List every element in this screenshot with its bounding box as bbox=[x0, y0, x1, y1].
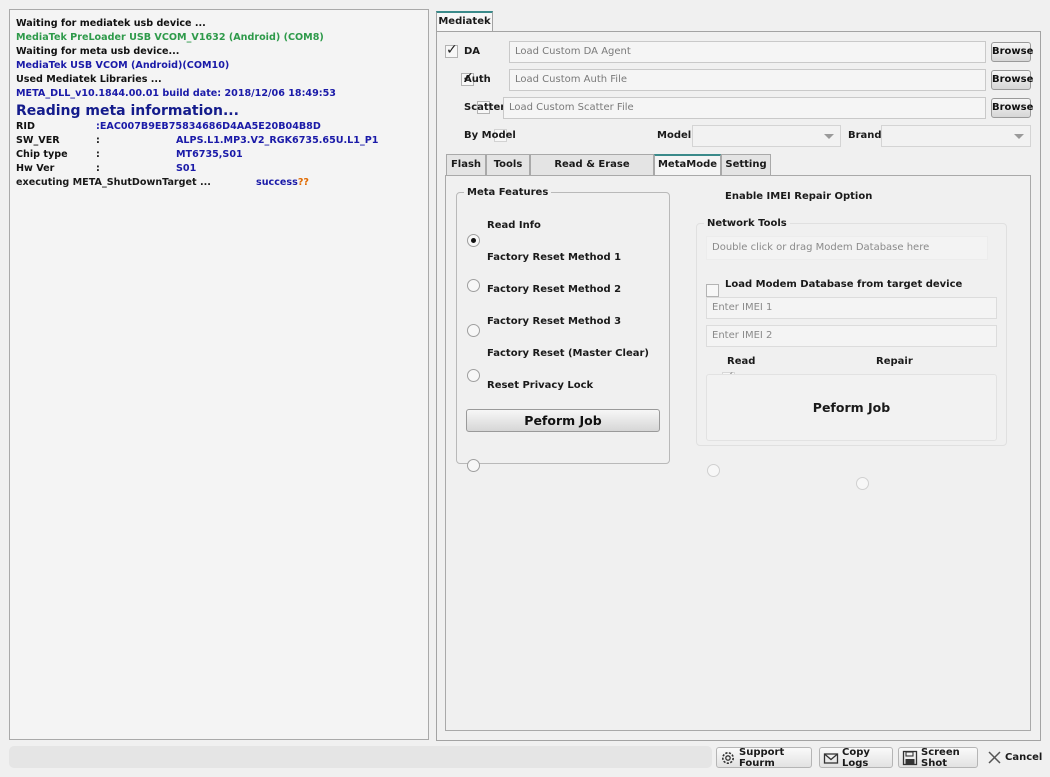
auth-path-input[interactable]: Load Custom Auth File bbox=[509, 69, 986, 91]
log-field-key: RID bbox=[16, 121, 35, 132]
tab-setting[interactable]: Setting bbox=[721, 154, 771, 175]
log-line: META_DLL_v10.1844.00.01 build date: 2018… bbox=[16, 88, 336, 99]
log-field-sep: : bbox=[96, 163, 100, 174]
status-bar bbox=[9, 746, 712, 768]
log-final-status: success bbox=[256, 177, 298, 188]
log-field-chip: Chip type : MT6735,S01 bbox=[16, 148, 422, 162]
reset-privacy-lock-label[interactable]: Reset Privacy Lock bbox=[487, 380, 593, 391]
da-path-input[interactable]: Load Custom DA Agent bbox=[509, 41, 986, 63]
factory-reset-master-label[interactable]: Factory Reset (Master Clear) bbox=[487, 348, 649, 359]
network-tools-title: Network Tools bbox=[704, 218, 790, 229]
support-forum-label: Support Fourm bbox=[739, 746, 785, 769]
envelope-icon bbox=[823, 752, 839, 764]
log-field-rid: RID :EAC007B9EB75834686D4AA5E20B04B8D bbox=[16, 120, 422, 134]
log-line: Waiting for meta usb device... bbox=[16, 46, 180, 57]
log-field-value: ALPS.L1.MP3.V2_RGK6735.65U.L1_P1 bbox=[176, 135, 379, 146]
factory-reset-1-label[interactable]: Factory Reset Method 1 bbox=[487, 252, 621, 263]
log-field-value: S01 bbox=[176, 163, 197, 174]
imei-perform-job-button[interactable]: Peform Job bbox=[706, 374, 997, 441]
imei1-input[interactable]: Enter IMEI 1 bbox=[706, 297, 997, 319]
factory-reset-3-radio[interactable] bbox=[467, 369, 480, 382]
log-field-value: MT6735,S01 bbox=[176, 149, 243, 160]
log-field-key: Chip type bbox=[16, 149, 68, 160]
auth-browse-button[interactable]: Browse bbox=[991, 70, 1033, 90]
cancel-button[interactable]: Cancel bbox=[983, 747, 1043, 768]
enable-imei-label: Enable IMEI Repair Option bbox=[725, 191, 873, 202]
log-field-key: Hw Ver bbox=[16, 163, 55, 174]
da-label: DA bbox=[464, 46, 481, 57]
gear-icon bbox=[722, 751, 734, 764]
meta-perform-job-button[interactable]: Peform Job bbox=[466, 409, 660, 432]
factory-reset-2-radio[interactable] bbox=[467, 324, 480, 337]
imei2-input[interactable]: Enter IMEI 2 bbox=[706, 325, 997, 347]
da-checkbox[interactable] bbox=[445, 42, 458, 58]
reset-privacy-lock-radio[interactable] bbox=[467, 459, 480, 472]
scatter-label: Scatter bbox=[464, 102, 506, 113]
chevron-down-icon bbox=[824, 134, 834, 139]
log-heading: Reading meta information... bbox=[16, 103, 239, 119]
imei-repair-radio[interactable] bbox=[856, 477, 869, 490]
meta-features-title: Meta Features bbox=[464, 187, 552, 198]
log-final-suffix: ?? bbox=[297, 177, 309, 188]
scatter-browse-button[interactable]: Browse bbox=[991, 98, 1033, 118]
model-label: Model bbox=[657, 130, 692, 141]
brand-label: Brand bbox=[848, 130, 882, 141]
log-field-sep: : bbox=[96, 135, 100, 146]
close-icon bbox=[988, 751, 1001, 764]
scatter-path-input[interactable]: Load Custom Scatter File bbox=[503, 97, 986, 119]
screen-shot-label: Screen Shot bbox=[921, 746, 960, 769]
log-field-key: SW_VER bbox=[16, 135, 60, 146]
tab-tools[interactable]: Tools bbox=[486, 154, 530, 175]
imei-read-radio[interactable] bbox=[707, 464, 720, 477]
imei-read-label[interactable]: Read bbox=[727, 356, 755, 367]
log-final-label: executing META_ShutDownTarget ... bbox=[16, 177, 211, 188]
factory-reset-3-label[interactable]: Factory Reset Method 3 bbox=[487, 316, 621, 327]
log-line: Waiting for mediatek usb device ... bbox=[16, 18, 206, 29]
log-panel[interactable]: Waiting for mediatek usb device ... Medi… bbox=[9, 9, 429, 740]
log-field-hw: Hw Ver : S01 bbox=[16, 162, 422, 176]
copy-logs-button[interactable]: Copy Logs bbox=[819, 746, 893, 769]
model-select[interactable] bbox=[692, 125, 841, 147]
tab-mediatek[interactable]: Mediatek bbox=[436, 11, 493, 32]
tab-metamode[interactable]: MetaMode bbox=[654, 154, 721, 175]
imei-repair-label[interactable]: Repair bbox=[876, 356, 913, 367]
by-model-label: By Model bbox=[464, 130, 516, 141]
load-modem-label: Load Modem Database from target device bbox=[725, 279, 963, 290]
copy-logs-label: Copy Logs bbox=[842, 746, 870, 769]
brand-select[interactable] bbox=[881, 125, 1031, 147]
da-browse-button[interactable]: Browse bbox=[991, 42, 1033, 62]
chevron-down-icon bbox=[1014, 134, 1024, 139]
screen-shot-button[interactable]: Screen Shot bbox=[898, 746, 978, 769]
log-line: MediaTek PreLoader USB VCOM_V1632 (Andro… bbox=[16, 32, 324, 43]
support-forum-button[interactable]: Support Fourm bbox=[716, 746, 812, 769]
log-field-sep: : bbox=[96, 149, 100, 160]
tab-read-erase[interactable]: Read & Erase Operation bbox=[530, 154, 654, 190]
tab-flash[interactable]: Flash bbox=[446, 154, 486, 175]
log-field-value: :EAC007B9EB75834686D4AA5E20B04B8D bbox=[96, 121, 321, 132]
log-line: MediaTek USB VCOM (Android)(COM10) bbox=[16, 60, 230, 71]
factory-reset-2-label[interactable]: Factory Reset Method 2 bbox=[487, 284, 621, 295]
read-info-label[interactable]: Read Info bbox=[487, 220, 541, 231]
modem-database-dropzone[interactable]: Double click or drag Modem Database here bbox=[706, 236, 988, 260]
log-field-sw-ver: SW_VER : ALPS.L1.MP3.V2_RGK6735.65U.L1_P… bbox=[16, 134, 422, 148]
save-disk-icon bbox=[902, 750, 918, 765]
read-info-radio[interactable] bbox=[467, 234, 480, 247]
auth-label: Auth bbox=[464, 74, 491, 85]
log-final-line: executing META_ShutDownTarget ... succes… bbox=[16, 176, 422, 190]
factory-reset-1-radio[interactable] bbox=[467, 279, 480, 292]
log-line: Used Mediatek Libraries ... bbox=[16, 74, 162, 85]
cancel-label: Cancel bbox=[1005, 752, 1043, 763]
